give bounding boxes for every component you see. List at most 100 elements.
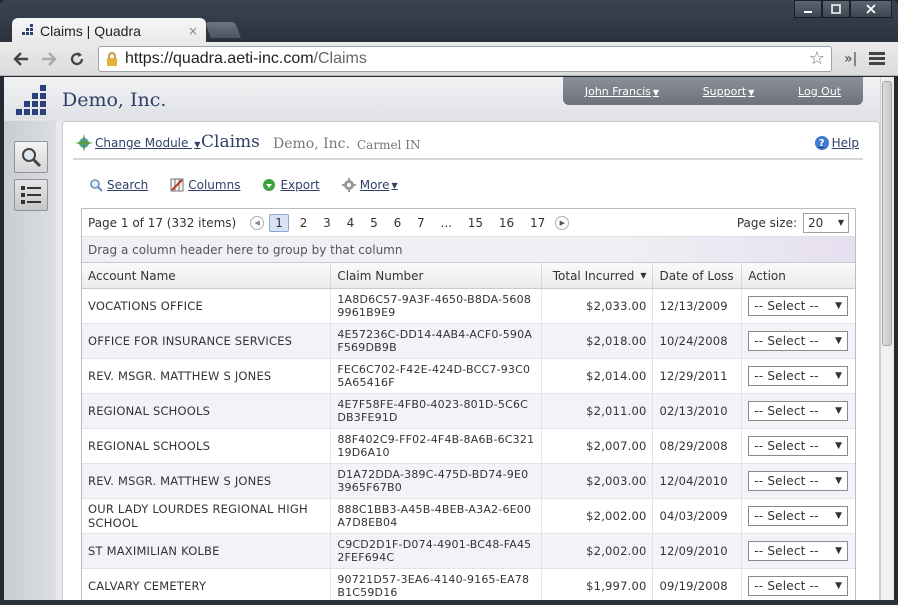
page-link[interactable]: 17 (525, 215, 550, 231)
help-link[interactable]: ? Help (814, 136, 859, 150)
action-select[interactable]: -- Select -- ▼ (748, 366, 849, 386)
next-page-icon[interactable]: ▶ (555, 215, 570, 230)
scrollbar-thumb[interactable] (882, 81, 892, 346)
browser-toolbar: https://quadra.aeti-inc.com/Claims ☆ »| (0, 42, 898, 76)
logout-link[interactable]: Log Out (798, 85, 841, 98)
action-select[interactable]: -- Select -- ▼ (748, 506, 849, 526)
page-link[interactable]: 1 (269, 213, 289, 232)
browser-tab[interactable]: Claims | Quadra × (12, 18, 206, 44)
chevron-down-icon: ▼ (835, 406, 843, 416)
page-ellipsis[interactable]: ... (436, 215, 457, 231)
user-name: John Francis (584, 84, 651, 98)
sort-descending-icon: ▼ (640, 271, 647, 280)
cell-total-incurred: $2,007.00 (542, 429, 654, 463)
page-link[interactable]: 6 (389, 215, 407, 231)
grid-pager: Page 1 of 17 (332 items) ◀ 1 2 3 4 5 6 7… (82, 209, 855, 237)
action-select[interactable]: -- Select -- ▼ (748, 541, 849, 561)
chevron-down-icon: ▼ (835, 476, 843, 486)
forward-button[interactable] (36, 46, 62, 72)
table-row: REGIONAL SCHOOLS 4E7F58FE-4FB0-4023-801D… (82, 394, 855, 429)
app-header: Demo, Inc. John Francis ▼ Support ▼ Log Ou… (4, 77, 884, 121)
cell-date-of-loss: 12/13/2009 (653, 289, 743, 323)
cell-total-incurred: $2,018.00 (542, 324, 654, 358)
minimize-button[interactable] (794, 0, 822, 18)
table-row: OFFICE FOR INSURANCE SERVICES 4E57236C-D… (82, 324, 855, 359)
cell-total-incurred: $2,002.00 (542, 534, 654, 568)
cell-total-incurred: $2,011.00 (542, 394, 654, 428)
column-header-action[interactable]: Action (742, 263, 855, 288)
page-scrollbar[interactable] (880, 77, 892, 605)
columns-action[interactable]: Columns (170, 178, 240, 192)
page-link[interactable]: 4 (342, 215, 360, 231)
cell-claim-number: 888C1BB3-A45B-4BEB-A3A2-6E00A7D8EB04 (331, 499, 542, 533)
column-header-date-of-loss[interactable]: Date of Loss (653, 263, 743, 288)
page-link[interactable]: 5 (365, 215, 383, 231)
table-row: REV. MSGR. MATTHEW S JONES D1A72DDA-389C… (82, 464, 855, 499)
table-row: REGIONAL SCHOOLS 88F402C9-FF02-4F4B-8A6B… (82, 429, 855, 464)
select-label: -- Select -- (754, 299, 819, 313)
close-window-button[interactable] (850, 0, 892, 18)
page-link[interactable]: 2 (295, 215, 313, 231)
cell-claim-number: 88F402C9-FF02-4F4B-8A6B-6C32119D6A10 (331, 429, 542, 463)
cell-claim-number: 4E57236C-DD14-4AB4-ACF0-590AF569DB9B (331, 324, 542, 358)
new-tab-button[interactable] (205, 22, 241, 38)
more-action[interactable]: More ▼ (341, 178, 398, 192)
chevron-down-icon: ▼ (835, 581, 843, 591)
address-bar[interactable]: https://quadra.aeti-inc.com/Claims ☆ (98, 45, 832, 72)
reload-button[interactable] (64, 46, 90, 72)
column-header-claim-number[interactable]: Claim Number (331, 263, 542, 288)
page-link[interactable]: 7 (412, 215, 430, 231)
page-link[interactable]: 3 (318, 215, 336, 231)
action-select[interactable]: -- Select -- ▼ (748, 401, 849, 421)
page-link[interactable]: 15 (463, 215, 488, 231)
search-label: Search (107, 178, 149, 192)
magnifier-icon (22, 148, 42, 168)
bookmark-star-icon[interactable]: ☆ (809, 48, 825, 69)
export-action[interactable]: Export (262, 178, 320, 192)
gear-icon (341, 178, 356, 192)
cell-account-name: OFFICE FOR INSURANCE SERVICES (82, 324, 332, 358)
action-select[interactable]: -- Select -- ▼ (748, 331, 849, 351)
header-menu: John Francis ▼ Support ▼ Log Out (563, 77, 863, 105)
cell-total-incurred: $2,002.00 (542, 499, 654, 533)
rail-search-button[interactable] (14, 141, 48, 173)
list-icon (21, 186, 41, 204)
magnifier-icon (89, 178, 103, 192)
url-host: https://quadra.aeti-inc.com (125, 49, 314, 67)
lock-icon (105, 51, 119, 66)
maximize-button[interactable] (822, 0, 850, 18)
support-menu-link[interactable]: Support ▼ (703, 85, 755, 98)
help-label: Help (831, 136, 859, 150)
action-select[interactable]: -- Select -- ▼ (748, 471, 849, 491)
search-action[interactable]: Search (89, 178, 148, 192)
change-module-link[interactable]: Change Module ▼ (95, 136, 200, 150)
cell-action: -- Select -- ▼ (742, 394, 855, 428)
chevron-down-icon: ▼ (835, 546, 843, 556)
page-size-value: 20 (808, 215, 824, 230)
column-header-total-incurred[interactable]: Total Incurred ▼ (542, 263, 654, 288)
action-select[interactable]: -- Select -- ▼ (748, 436, 849, 456)
page-numbers: 1 2 3 4 5 6 7 ... 15 16 17 (268, 213, 551, 232)
page-size-select[interactable]: 20 ▼ (803, 212, 849, 233)
group-by-panel[interactable]: Drag a column header here to group by th… (82, 237, 855, 263)
page-size-label: Page size: (736, 215, 797, 230)
cell-account-name: REV. MSGR. MATTHEW S JONES (82, 464, 332, 498)
user-menu-link[interactable]: John Francis ▼ (585, 85, 659, 98)
browser-menu-icon[interactable] (869, 50, 886, 67)
back-button[interactable] (8, 46, 34, 72)
export-icon (262, 178, 276, 192)
web-page: Demo, Inc. John Francis ▼ Support ▼ Log Ou… (4, 77, 894, 605)
rail-list-button[interactable] (14, 179, 48, 211)
columns-icon (170, 178, 184, 192)
select-label: -- Select -- (754, 579, 819, 593)
extensions-chevron-icon[interactable]: »| (844, 51, 857, 67)
prev-page-icon[interactable]: ◀ (250, 215, 265, 230)
action-select[interactable]: -- Select -- ▼ (748, 296, 849, 316)
cell-claim-number: D1A72DDA-389C-475D-BD74-9E03965F67B0 (331, 464, 542, 498)
page-link[interactable]: 16 (494, 215, 519, 231)
action-select[interactable]: -- Select -- ▼ (748, 576, 849, 596)
column-header-account-name[interactable]: Account Name (82, 263, 332, 288)
tab-close-icon[interactable]: × (188, 24, 198, 38)
select-label: -- Select -- (754, 404, 819, 418)
page-size-control: Page size: 20 ▼ (736, 212, 849, 233)
